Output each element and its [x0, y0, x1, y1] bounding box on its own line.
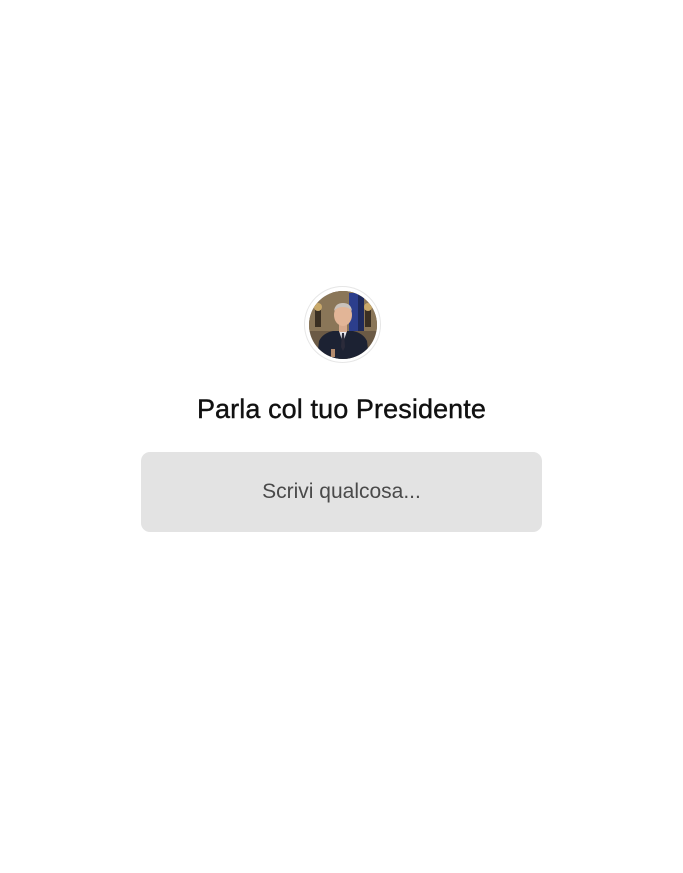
chat-landing-page: Parla col tuo Presidente [0, 0, 683, 873]
avatar-ring [305, 287, 380, 362]
page-title: Parla col tuo Presidente [196, 394, 487, 424]
message-input-container[interactable] [141, 452, 542, 532]
avatar [308, 290, 377, 359]
message-input[interactable] [141, 452, 542, 532]
president-avatar-icon [308, 290, 377, 359]
